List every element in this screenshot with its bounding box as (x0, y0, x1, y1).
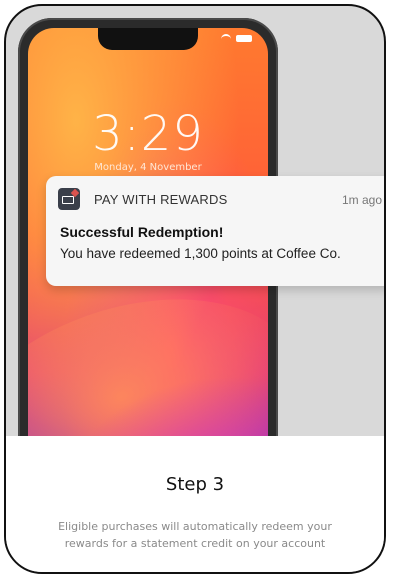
status-bar (221, 34, 252, 43)
lockscreen-time: 3:29 (92, 106, 204, 162)
battery-icon (236, 35, 252, 42)
onboarding-card: 3:29 Monday, 4 November PAY WITH REWARDS… (4, 4, 386, 574)
notification-body: You have redeemed 1,300 points at Coffee… (60, 246, 341, 261)
notification-time: 1m ago (341, 193, 382, 207)
lockscreen-date: Monday, 4 November (94, 162, 202, 173)
rewards-card-icon (58, 188, 80, 210)
phone-notch (98, 28, 198, 50)
push-notification[interactable]: PAY WITH REWARDS 1m ago Successful Redem… (46, 176, 384, 286)
step-description: Eligible purchases will automatically re… (58, 520, 332, 550)
step-panel: Step 3 Eligible purchases will automatic… (6, 436, 384, 572)
wifi-icon (221, 34, 231, 43)
credit-card-glyph (62, 196, 74, 204)
notification-title: Successful Redemption! (60, 224, 224, 240)
notification-app-name: PAY WITH REWARDS (94, 192, 228, 207)
step-title: Step 3 (165, 474, 225, 495)
